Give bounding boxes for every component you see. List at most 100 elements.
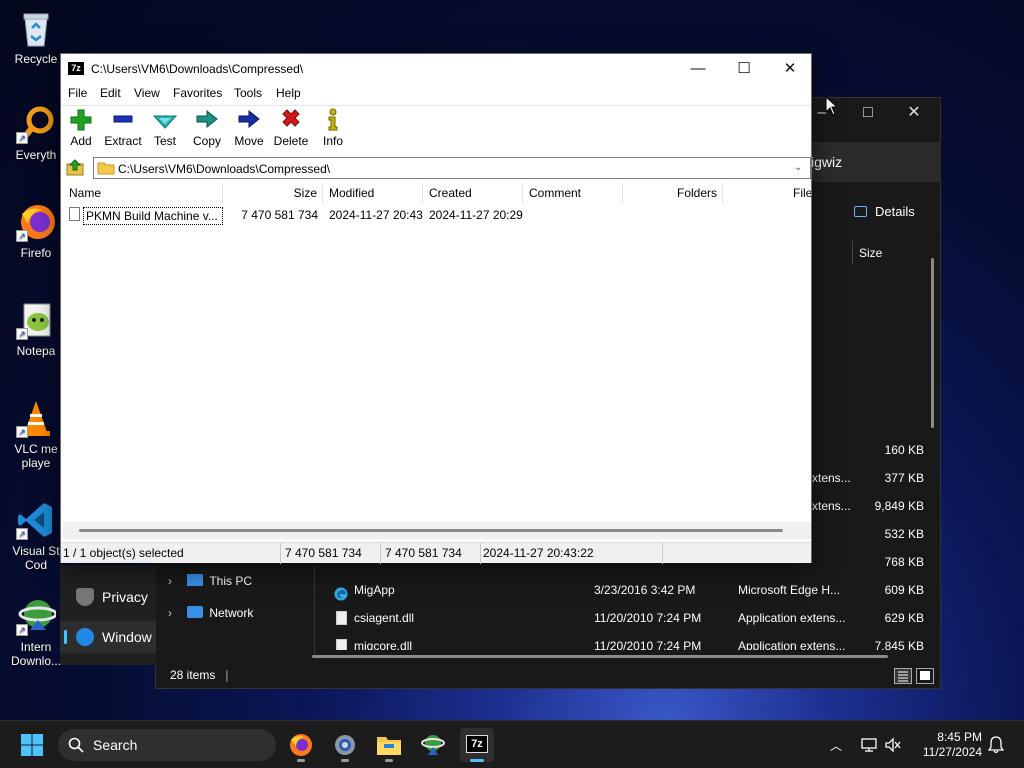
settings-taskbar-button[interactable] — [328, 728, 362, 762]
start-button[interactable] — [20, 733, 44, 757]
status-item-count: 28 items | — [170, 668, 229, 682]
size-cell: 160 KB — [884, 443, 924, 457]
running-indicator — [341, 759, 349, 762]
scrollbar-thumb[interactable] — [79, 529, 783, 532]
tool-label: Extract — [104, 134, 142, 148]
everything-search-icon: ↗ — [16, 104, 56, 144]
path-text: C:\Users\VM6\Downloads\Compressed\ — [118, 162, 331, 176]
file-created: 2024-11-27 20:29 — [429, 208, 523, 222]
up-folder-button[interactable] — [65, 158, 85, 178]
column-header-modified[interactable]: Modified — [323, 183, 423, 203]
taskbar-search[interactable]: Search — [58, 729, 276, 761]
details-view-button[interactable] — [894, 668, 912, 684]
menu-tools[interactable]: Tools — [234, 86, 262, 100]
chevron-down-icon[interactable]: ⌄ — [794, 162, 806, 174]
table-row[interactable]: csiagent.dll 11/20/2010 7:24 PM Applicat… — [316, 604, 940, 632]
column-header-files[interactable]: File — [723, 183, 811, 203]
menu-view[interactable]: View — [134, 86, 160, 100]
clock[interactable]: 8:45 PM 11/27/2024 — [910, 730, 982, 760]
nav-item-this-pc[interactable]: › This PC — [168, 569, 252, 593]
firefox-taskbar-button[interactable] — [284, 728, 318, 762]
menu-help[interactable]: Help — [276, 86, 301, 100]
firefox-taskbar-icon — [290, 734, 312, 756]
file-explorer-taskbar-button[interactable] — [372, 728, 406, 762]
windows-logo-icon — [21, 734, 43, 756]
column-header-size[interactable]: Size — [223, 183, 323, 203]
folder-icon — [97, 162, 115, 175]
move-arrow-icon — [238, 109, 260, 129]
settings-item-windows-update[interactable]: Window — [60, 621, 156, 653]
file-modified: 2024-11-27 20:43 — [329, 208, 423, 222]
notepad-plus-plus-icon: ↗ — [16, 300, 56, 340]
test-button[interactable]: Test — [143, 108, 187, 148]
settings-label: Privacy — [102, 589, 148, 605]
nav-item-network[interactable]: › Network — [168, 601, 253, 625]
network-status-icon[interactable] — [860, 737, 878, 753]
column-header-name[interactable]: Name — [63, 183, 223, 203]
running-indicator — [385, 759, 393, 762]
column-header-created[interactable]: Created — [423, 183, 523, 203]
menu-file[interactable]: File — [68, 86, 87, 100]
address-bar[interactable]: igwiz — [811, 142, 941, 182]
shortcut-arrow-icon: ↗ — [16, 624, 28, 636]
large-icons-view-button[interactable] — [916, 668, 934, 684]
vscode-icon: ↗ — [16, 500, 56, 540]
7zip-taskbar-button[interactable]: 7z — [460, 728, 494, 762]
volume-muted-icon[interactable] — [884, 737, 902, 753]
taskbar: Search 7z ︿ 8:45 PM 11/27/2024 — [0, 720, 1024, 768]
info-button[interactable]: Info — [311, 108, 355, 148]
details-button[interactable]: Details — [854, 204, 915, 219]
selection-indicator — [64, 630, 67, 644]
type-cell: Microsoft Edge H... — [738, 583, 841, 597]
shortcut-arrow-icon: ↗ — [16, 426, 28, 438]
dll-file-icon — [336, 611, 347, 625]
7zip-window[interactable]: 7z C:\Users\VM6\Downloads\Compressed\ — … — [59, 53, 812, 564]
horizontal-scrollbar[interactable] — [63, 522, 811, 539]
path-combobox[interactable]: C:\Users\VM6\Downloads\Compressed\ ⌄ — [93, 157, 811, 179]
size-cell: 609 KB — [884, 583, 924, 597]
up-folder-icon — [66, 159, 84, 176]
horizontal-scrollbar[interactable] — [312, 655, 888, 658]
internet-download-manager-taskbar-button[interactable] — [416, 728, 450, 762]
vertical-scrollbar[interactable] — [931, 258, 934, 428]
shield-icon — [76, 588, 94, 606]
column-header-size[interactable]: Size — [852, 241, 940, 265]
size-cell: 9,849 KB — [874, 499, 924, 513]
internet-download-manager-icon: ↗ — [16, 596, 58, 636]
table-row[interactable]: migcore.dll 11/20/2010 7:24 PM Applicati… — [316, 632, 940, 650]
network-icon — [187, 606, 204, 618]
menu-favorites[interactable]: Favorites — [173, 86, 222, 100]
minimize-button[interactable]: — — [675, 54, 721, 84]
menu-edit[interactable]: Edit — [100, 86, 121, 100]
recycle-bin-icon — [16, 8, 56, 48]
shortcut-arrow-icon: ↗ — [16, 528, 28, 540]
file-list[interactable]: Name Size Modified Created Comment Folde… — [63, 183, 811, 539]
name-cell: MigApp — [354, 583, 395, 597]
add-button[interactable]: Add — [59, 108, 103, 148]
delete-button[interactable]: Delete — [269, 108, 313, 148]
column-header-folders[interactable]: Folders — [623, 183, 723, 203]
type-cell: Application extens... — [738, 611, 846, 625]
7zip-taskbar-icon: 7z — [466, 735, 488, 753]
running-indicator — [470, 759, 484, 762]
chevron-up-icon[interactable]: ︿ — [830, 737, 842, 754]
maximize-button[interactable]: □ — [856, 102, 880, 124]
extract-button[interactable]: Extract — [101, 108, 145, 148]
file-size: 7 470 581 734 — [241, 208, 318, 222]
close-button[interactable]: ✕ — [767, 54, 813, 84]
7zip-titlebar[interactable]: 7z C:\Users\VM6\Downloads\Compressed\ — … — [61, 54, 811, 84]
date-cell: 11/20/2010 7:24 PM — [594, 611, 702, 625]
mouse-cursor-icon — [825, 96, 837, 116]
settings-taskbar-icon — [335, 735, 355, 755]
notification-bell-icon[interactable] — [988, 736, 1004, 754]
move-button[interactable]: Move — [227, 108, 271, 148]
maximize-button[interactable]: ☐ — [721, 54, 767, 84]
table-row[interactable]: PKMN Build Machine v... 7 470 581 734 20… — [63, 205, 811, 225]
copy-button[interactable]: Copy — [185, 108, 229, 148]
table-row[interactable]: MigApp 3/23/2016 3:42 PM Microsoft Edge … — [316, 576, 940, 604]
add-plus-icon — [70, 109, 92, 131]
settings-item-privacy[interactable]: Privacy — [60, 581, 156, 613]
column-header-comment[interactable]: Comment — [523, 183, 623, 203]
close-button[interactable]: ✕ — [902, 102, 926, 124]
tool-label: Info — [322, 134, 343, 148]
